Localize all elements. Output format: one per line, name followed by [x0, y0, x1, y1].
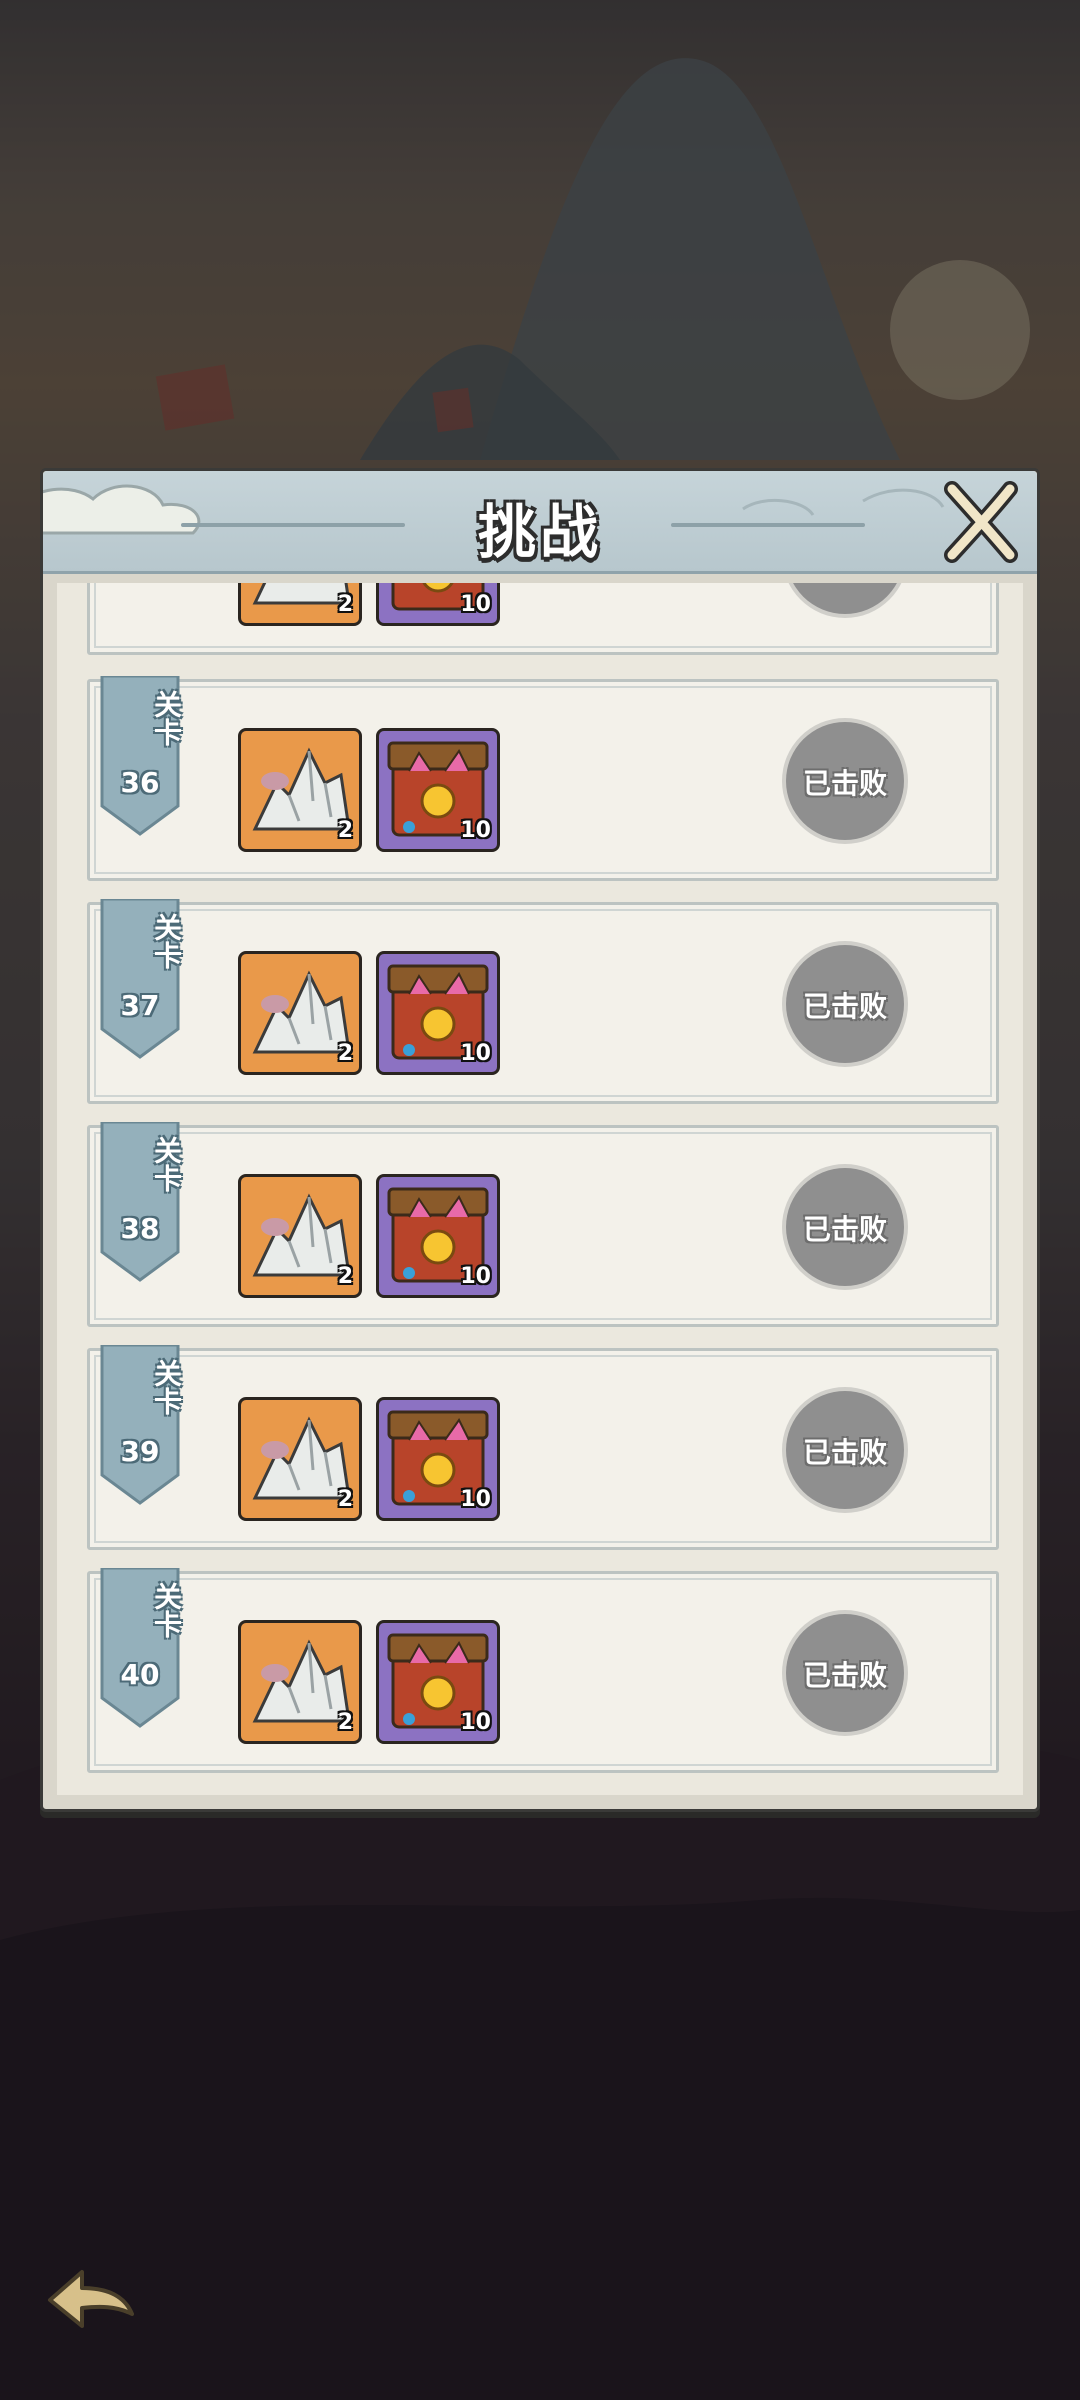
stage-tag: 关卡 36: [98, 676, 183, 836]
reward-chest-count: 10: [460, 818, 491, 843]
dialog-header: 挑战: [43, 471, 1037, 574]
stage-label: 关卡: [150, 1582, 183, 1638]
defeated-badge: 已击败: [786, 1614, 904, 1732]
stage-number: 38: [120, 1212, 160, 1245]
reward-stone-item[interactable]: 2: [238, 1620, 362, 1744]
reward-stone-count: 2: [337, 1264, 353, 1289]
stage-row-37[interactable]: 关卡 37 2 10 已击败: [87, 899, 999, 1104]
reward-chest-item[interactable]: 10: [376, 1397, 500, 1521]
defeated-badge: 已击败: [786, 1391, 904, 1509]
defeated-badge: [786, 583, 904, 614]
reward-stone-item[interactable]: 2: [238, 728, 362, 852]
stage-row-36[interactable]: 关卡 36 2 10 已击败: [87, 676, 999, 881]
defeated-badge: 已击败: [786, 945, 904, 1063]
reward-chest-item[interactable]: 10: [376, 583, 500, 626]
reward-stone-item[interactable]: 2: [238, 1174, 362, 1298]
defeated-status-text: 已击败: [802, 1213, 887, 1246]
challenge-dialog: 挑战 2 10 关卡 36 2 10 已击败 关卡 37 2 10 已击败 关卡…: [40, 468, 1040, 1812]
reward-stone-item[interactable]: 2: [238, 951, 362, 1075]
reward-stone-item[interactable]: 2: [238, 1397, 362, 1521]
reward-chest-count: 10: [460, 1041, 491, 1066]
dialog-title: 挑战: [477, 498, 602, 566]
reward-chest-count: 10: [460, 1264, 491, 1289]
reward-stone-count: 2: [337, 818, 353, 843]
defeated-status-text: 已击败: [802, 990, 887, 1023]
reward-chest-item[interactable]: 10: [376, 951, 500, 1075]
close-icon: [944, 481, 1018, 563]
stage-tag: 关卡 40: [98, 1568, 183, 1728]
stage-label: 关卡: [150, 690, 183, 746]
stage-tag: 关卡 37: [98, 899, 183, 1059]
defeated-status-text: 已击败: [802, 1659, 887, 1692]
reward-chest-item[interactable]: 10: [376, 1620, 500, 1744]
stage-row-39[interactable]: 关卡 39 2 10 已击败: [87, 1345, 999, 1550]
stage-row-40[interactable]: 关卡 40 2 10 已击败: [87, 1568, 999, 1773]
back-arrow-icon: [48, 2270, 134, 2328]
reward-stone-count: 2: [337, 1487, 353, 1512]
reward-chest-count: 10: [460, 592, 491, 617]
stage-row-partial[interactable]: 2 10: [87, 583, 999, 655]
reward-chest-item[interactable]: 10: [376, 1174, 500, 1298]
stage-label: 关卡: [150, 1136, 183, 1192]
stage-number: 36: [120, 766, 160, 799]
back-button[interactable]: [42, 2262, 138, 2338]
reward-stone-count: 2: [337, 1041, 353, 1066]
defeated-badge: 已击败: [786, 1168, 904, 1286]
close-button[interactable]: [938, 479, 1022, 563]
stage-label: 关卡: [150, 913, 183, 969]
reward-stone-count: 2: [337, 592, 353, 617]
reward-stone-count: 2: [337, 1710, 353, 1735]
defeated-status-text: 已击败: [802, 767, 887, 800]
reward-stone-item[interactable]: 2: [238, 583, 362, 626]
stage-row-38[interactable]: 关卡 38 2 10 已击败: [87, 1122, 999, 1327]
reward-chest-count: 10: [460, 1710, 491, 1735]
reward-chest-count: 10: [460, 1487, 491, 1512]
defeated-status-text: 已击败: [802, 1436, 887, 1469]
reward-chest-item[interactable]: 10: [376, 728, 500, 852]
stage-tag: 关卡 39: [98, 1345, 183, 1505]
stage-number: 39: [120, 1435, 160, 1468]
stage-tag: 关卡 38: [98, 1122, 183, 1282]
stage-list[interactable]: 2 10 关卡 36 2 10 已击败 关卡 37 2 10 已击败 关卡 38…: [57, 583, 1023, 1795]
stage-label: 关卡: [150, 1359, 183, 1415]
defeated-badge: 已击败: [786, 722, 904, 840]
stage-number: 37: [120, 989, 160, 1022]
stage-number: 40: [120, 1658, 160, 1691]
